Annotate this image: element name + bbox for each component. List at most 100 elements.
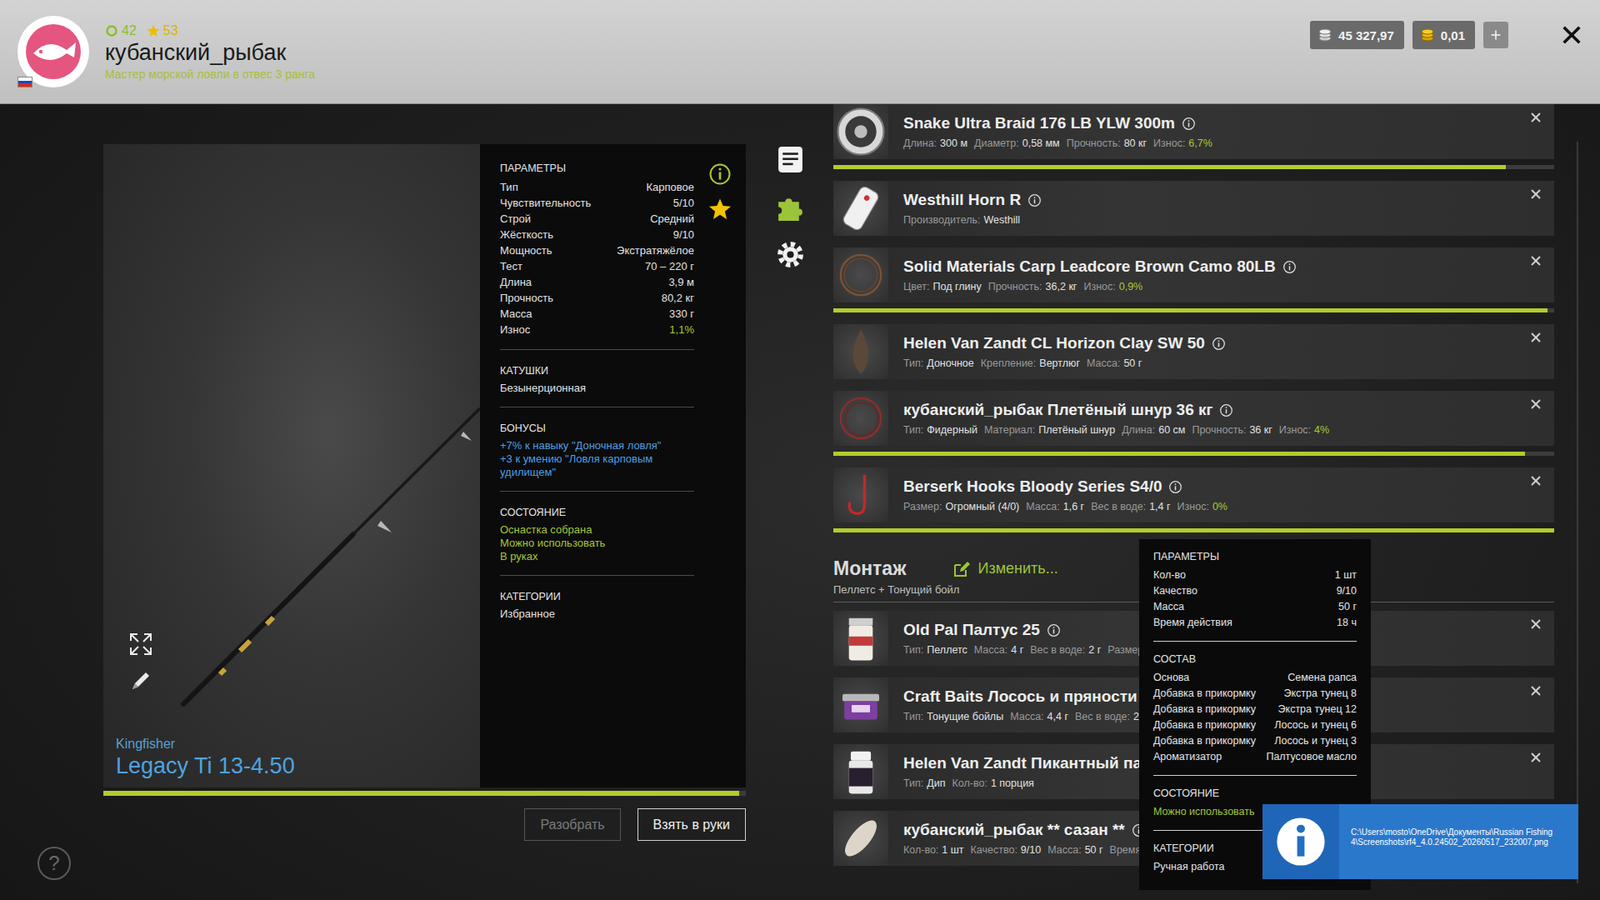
section-title: СОСТОЯНИЕ xyxy=(500,506,695,519)
param-row: Масса 330 г xyxy=(500,305,695,322)
player-rank: Мастер морской ловли в отвес 3 ранга xyxy=(105,67,315,81)
remove-icon[interactable] xyxy=(1529,617,1543,631)
remove-icon[interactable] xyxy=(1529,474,1543,488)
tooltip-value: Экстра тунец 8 xyxy=(1284,685,1358,702)
rod-panel: KingfisherLegacy Ti 13-4.50ПАРАМЕТРЫТипК… xyxy=(103,144,746,788)
tackle-entry: кубанский_рыбак Плетёный шнур 36 кгТип:Ф… xyxy=(833,390,1555,456)
param-label: Прочность xyxy=(500,290,554,306)
param-value: Средний xyxy=(650,210,695,227)
add-gold-button[interactable] xyxy=(1483,21,1509,49)
item-detail: Прочность:80 кг xyxy=(1066,137,1147,150)
tooltip-value: 1 шт xyxy=(1335,567,1357,584)
remove-icon[interactable] xyxy=(1529,187,1543,201)
item-title: Westhill Horn R xyxy=(903,190,1021,210)
param-value: 330 г xyxy=(669,305,695,322)
close-icon[interactable] xyxy=(1560,23,1584,47)
remove-icon[interactable] xyxy=(1529,397,1543,411)
remove-icon[interactable] xyxy=(1529,750,1543,765)
tackle-entry: Snake Ultra Braid 176 LB YLW 300mДлина:3… xyxy=(833,104,1555,170)
info-icon[interactable] xyxy=(1181,116,1196,131)
param-row: Износ1,1% xyxy=(500,321,695,338)
action-button[interactable]: Разобрать xyxy=(524,808,620,841)
info-icon[interactable] xyxy=(1211,336,1226,351)
item-detail: Вес в воде:1,4 г xyxy=(1090,500,1170,513)
tackle-card[interactable]: Berserk Hooks Bloody Series S4/0Размер:О… xyxy=(833,467,1555,523)
item-thumbnail xyxy=(833,467,889,523)
param-row: Жёсткость9/10 xyxy=(500,226,695,243)
remove-icon[interactable] xyxy=(1529,110,1543,125)
item-info: Berserk Hooks Bloody Series S4/0Размер:О… xyxy=(888,472,1530,518)
info-icon xyxy=(1273,814,1329,870)
tooltip-value: 50 г xyxy=(1338,599,1357,615)
country-flag-icon xyxy=(18,77,32,87)
gold-balance: 0,01 xyxy=(1412,20,1475,50)
jar-icon xyxy=(833,610,889,666)
info-icon[interactable] xyxy=(1027,193,1042,208)
remove-icon[interactable] xyxy=(1529,684,1543,698)
detail-value: Фидерный xyxy=(926,424,978,436)
item-detail: Износ:6,7% xyxy=(1153,137,1213,150)
pencil-icon[interactable] xyxy=(128,668,154,694)
item-detail: Диаметр:0,58 мм xyxy=(974,137,1060,150)
item-detail: Износ:0% xyxy=(1177,500,1228,513)
favorite-star-icon[interactable] xyxy=(708,197,732,221)
detail-value: 1 порция xyxy=(990,777,1035,790)
tooltip-label: Добавка в прикормку xyxy=(1153,733,1256,750)
screenshot-toast[interactable]: C:\Users\mosto\OneDrive\Документы\Russia… xyxy=(1262,804,1579,880)
boilie-icon xyxy=(833,810,889,866)
item-thumbnail xyxy=(833,324,889,380)
tackle-card[interactable]: Helen Van Zandt CL Horizon Clay SW 50Тип… xyxy=(833,324,1555,380)
tackle-entry: Solid Materials Carp Leadcore Brown Camo… xyxy=(833,247,1555,313)
detail-label: Материал: xyxy=(984,424,1035,436)
expand-icon[interactable] xyxy=(128,631,154,657)
tooltip-value: 9/10 xyxy=(1336,583,1357,600)
item-wear-fill xyxy=(833,308,1548,313)
detail-label: Тип: xyxy=(903,644,924,656)
item-title: Solid Materials Carp Leadcore Brown Camo… xyxy=(903,257,1276,276)
info-icon[interactable] xyxy=(708,162,732,186)
rod-section: КАТУШКИБезынерционная xyxy=(500,349,695,395)
item-detail: Вес в воде:2 xyxy=(1075,710,1140,723)
detail-label: Длина: xyxy=(903,137,937,150)
info-icon[interactable] xyxy=(1046,623,1061,638)
side-tab[interactable] xyxy=(775,144,806,175)
item-detail: Тип:Пеллетс xyxy=(903,644,968,656)
alarm-icon xyxy=(833,180,889,236)
tackle-card[interactable]: Snake Ultra Braid 176 LB YLW 300mДлина:3… xyxy=(833,104,1555,160)
section-line: Избранное xyxy=(500,607,695,621)
edit-rig-label: Изменить... xyxy=(977,560,1058,578)
item-detail: Тип:Тонущие бойлы xyxy=(903,710,1004,723)
tooltip-row: АроматизаторПалтусовое масло xyxy=(1153,749,1357,765)
info-icon[interactable] xyxy=(1168,480,1183,495)
action-button[interactable]: Взять в руки xyxy=(637,808,746,841)
param-value: 70 – 220 г xyxy=(645,258,695,275)
param-label: Масса xyxy=(500,305,532,322)
info-icon[interactable] xyxy=(1219,403,1234,418)
side-tab[interactable] xyxy=(775,239,806,270)
braid-icon xyxy=(833,390,889,446)
info-icon[interactable] xyxy=(1282,260,1297,275)
tackle-card[interactable]: кубанский_рыбак Плетёный шнур 36 кгТип:Ф… xyxy=(833,390,1555,446)
tackle-card[interactable]: Westhill Horn RПроизводитель:Westhill xyxy=(833,180,1555,236)
toast-path: C:\Users\mosto\OneDrive\Документы\Russia… xyxy=(1339,804,1579,880)
detail-label: Масса: xyxy=(974,644,1008,656)
tooltip-section: ПАРАМЕТРЫКол-во1 штКачество9/10Масса50 г… xyxy=(1153,550,1357,631)
param-value: Карповое xyxy=(645,179,695,195)
tooltip-label: Добавка в прикормку xyxy=(1153,717,1256,734)
edit-rig-button[interactable]: Изменить... xyxy=(952,560,1058,579)
item-detail: Тип:Доночное xyxy=(903,357,975,370)
remove-icon[interactable] xyxy=(1529,254,1543,268)
item-detail: Длина:300 м xyxy=(903,137,968,150)
detail-value: 1 шт xyxy=(941,844,964,856)
remove-icon[interactable] xyxy=(1529,330,1543,345)
star-icon xyxy=(146,24,160,38)
side-tab[interactable] xyxy=(775,191,806,223)
avatar[interactable] xyxy=(16,15,90,89)
tackle-entry: Berserk Hooks Bloody Series S4/0Размер:О… xyxy=(833,467,1555,533)
tooltip-section-title: СОСТАВ xyxy=(1153,653,1357,665)
item-wear-fill xyxy=(833,528,1555,533)
tackle-card[interactable]: Solid Materials Carp Leadcore Brown Camo… xyxy=(833,247,1555,303)
scrollbar[interactable] xyxy=(1576,141,1579,884)
tooltip-section-title: СОСТОЯНИЕ xyxy=(1153,787,1357,800)
help-button[interactable]: ? xyxy=(37,846,71,880)
